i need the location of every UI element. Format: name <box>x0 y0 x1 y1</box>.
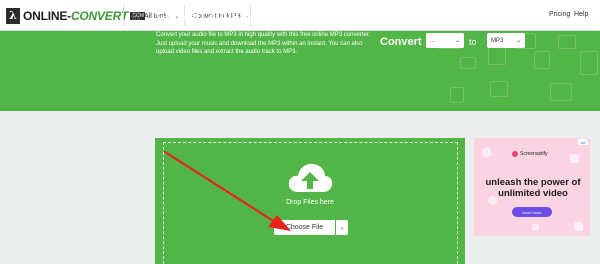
camera-icon <box>570 154 579 163</box>
drop-files-text: Drop Files here <box>286 199 334 206</box>
help-link[interactable]: Help <box>574 11 588 18</box>
page-description: Convert your audio file to MP3 in high q… <box>156 32 371 56</box>
clip-icon <box>532 224 539 231</box>
chevron-down-icon: ⌄ <box>454 38 460 44</box>
top-navbar: λ ONLINE-CONVERT .COM All tools ⌄ Conver… <box>0 0 600 31</box>
pen-icon <box>480 146 493 159</box>
image-icon <box>574 222 583 231</box>
ad-headline: unleash the power of unlimited video <box>485 177 581 199</box>
ad-brand-name: Screenastify <box>520 151 548 157</box>
site-logo[interactable]: λ ONLINE-CONVERT .COM <box>6 7 146 24</box>
nav-divider <box>123 5 124 26</box>
pricing-link[interactable]: Pricing <box>549 11 570 18</box>
logo-mark-icon: λ <box>6 7 20 24</box>
logo-text: ONLINE-CONVERT <box>23 8 128 23</box>
target-format-value: MP3 <box>491 37 504 44</box>
chevron-down-icon: ⌄ <box>515 38 521 44</box>
ad-brand: Screenastify <box>512 151 548 157</box>
grid-icon <box>132 12 140 20</box>
page-title: Convert audio to MP3 <box>156 7 290 22</box>
target-format-select[interactable]: MP3 ⌄ <box>487 33 525 48</box>
source-format-select[interactable]: ... ⌄ <box>426 33 464 48</box>
choose-file-button[interactable]: Choose File <box>274 220 335 235</box>
chevron-down-icon: ⌄ <box>339 225 345 231</box>
cloud-upload-icon <box>288 163 333 192</box>
ad-learn-more-button[interactable]: learn more <box>512 207 552 217</box>
brand-logo-icon <box>512 151 518 157</box>
choose-source-dropdown[interactable]: ⌄ <box>336 220 348 235</box>
source-format-value: ... <box>430 37 436 44</box>
convert-label: Convert <box>380 36 422 48</box>
to-label: to <box>469 37 477 47</box>
ad-badge[interactable]: ad <box>578 139 588 145</box>
